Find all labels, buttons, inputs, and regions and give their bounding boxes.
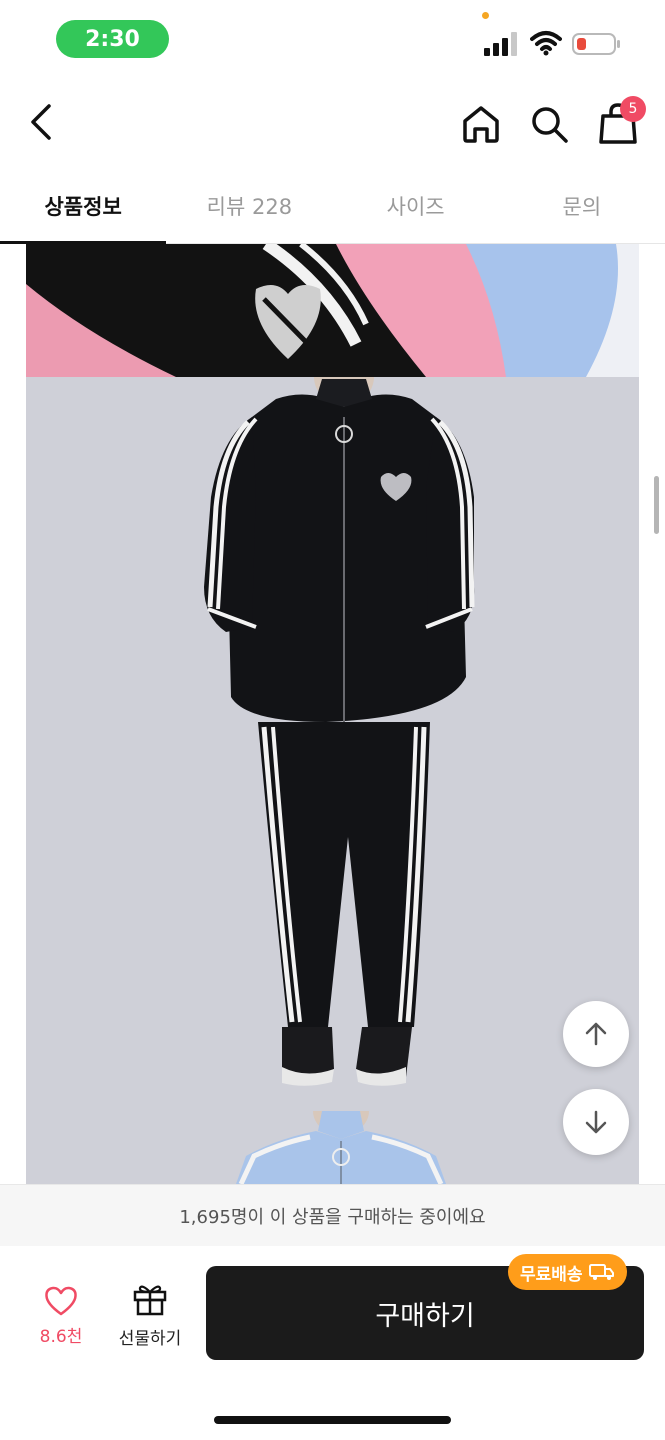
cart-count-badge: 5 xyxy=(620,96,646,122)
gift-button[interactable]: 선물하기 xyxy=(108,1282,192,1350)
scroll-to-top-button[interactable] xyxy=(563,1001,629,1067)
purchase-activity-notice: 1,695명이 이 상품을 구매하는 중이에요 xyxy=(0,1184,665,1246)
privacy-indicator-icon xyxy=(482,12,489,19)
scroll-down-button[interactable] xyxy=(563,1089,629,1155)
cellular-signal-icon xyxy=(484,32,517,56)
like-count: 8.6천 xyxy=(39,1327,83,1347)
top-navigation: 5 xyxy=(0,80,665,168)
tab-reviews[interactable]: 리뷰 228 xyxy=(166,168,332,243)
wifi-icon xyxy=(530,31,562,56)
home-icon[interactable] xyxy=(457,100,505,148)
arrow-up-icon xyxy=(585,1022,607,1046)
home-indicator xyxy=(214,1416,451,1424)
like-button[interactable]: 8.6천 xyxy=(30,1286,92,1350)
arrow-down-icon xyxy=(585,1110,607,1134)
tab-product-info[interactable]: 상품정보 xyxy=(0,168,167,244)
status-time: 2:30 xyxy=(56,20,169,58)
gift-icon xyxy=(133,1285,167,1316)
free-shipping-label: 무료배송 xyxy=(520,1264,583,1285)
back-arrow-icon[interactable] xyxy=(20,100,64,144)
tab-size[interactable]: 사이즈 xyxy=(333,168,499,243)
free-shipping-badge: 무료배송 xyxy=(508,1254,627,1290)
bottom-action-bar: 8.6천 선물하기 구매하기 무료배송 xyxy=(0,1246,665,1440)
battery-icon xyxy=(572,33,620,55)
gift-label: 선물하기 xyxy=(118,1329,182,1349)
status-bar: 2:30 xyxy=(0,0,665,80)
scrollbar-thumb[interactable] xyxy=(654,476,659,534)
heart-icon xyxy=(45,1286,77,1316)
shopping-bag-icon[interactable]: 5 xyxy=(592,96,646,150)
tab-inquiry[interactable]: 문의 xyxy=(499,168,665,243)
product-model-image xyxy=(26,377,639,1111)
delivery-truck-icon xyxy=(588,1264,614,1280)
product-color-variant-image xyxy=(26,1111,639,1184)
product-tabs: 상품정보 리뷰 228 사이즈 문의 xyxy=(0,168,665,244)
search-icon[interactable] xyxy=(525,100,573,148)
product-closeup-image xyxy=(26,244,639,377)
